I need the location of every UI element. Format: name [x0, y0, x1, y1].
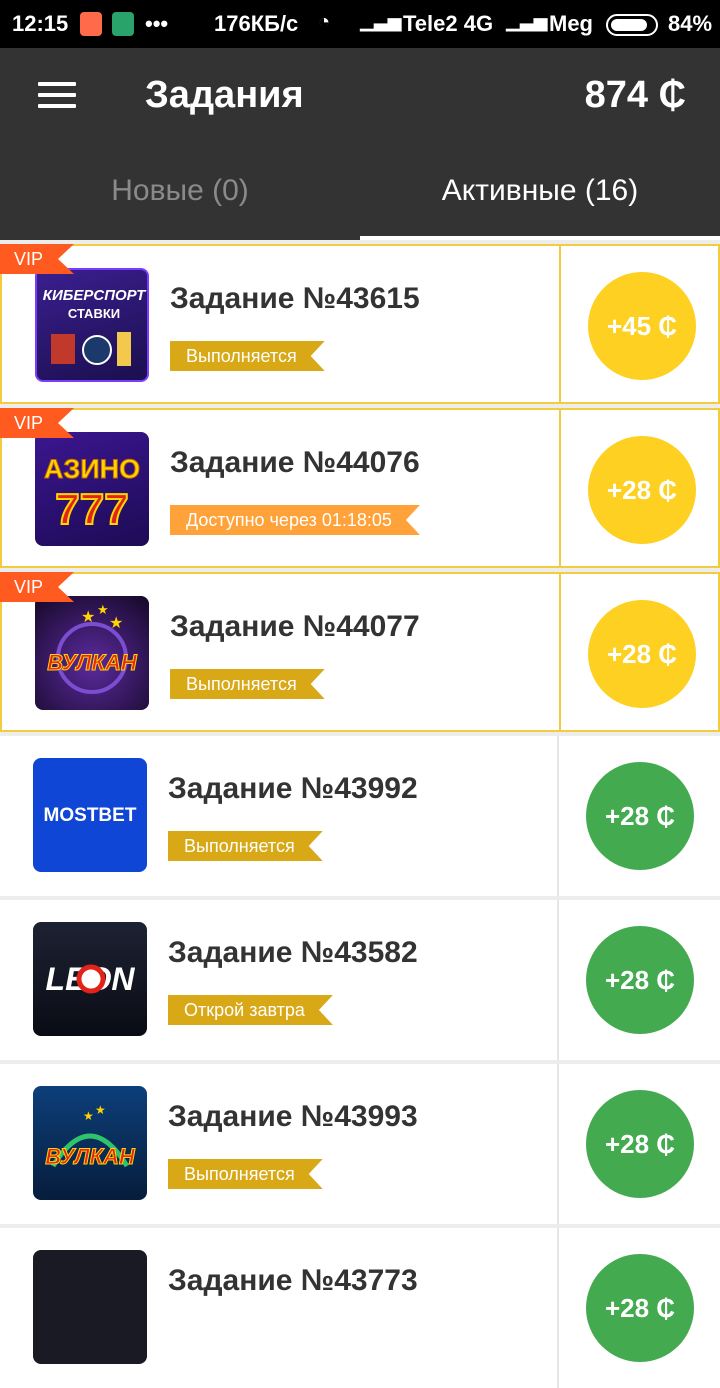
svg-text:★: ★ — [81, 609, 95, 626]
hamburger-menu-icon[interactable] — [38, 82, 76, 112]
status-bar: 12:15 ••• 176КБ/с ◔ ▁▃▅ Tele2 4G ▁▃▅ Meg… — [0, 0, 720, 48]
page-title: Задания — [145, 74, 304, 116]
reward-button[interactable]: +28 ₵ — [586, 1090, 694, 1198]
task-card[interactable]: ★ ★ ★ ВУЛКАН VIP Задание №44077 Выполняе… — [0, 572, 720, 732]
svg-text:АЗИНО: АЗИНО — [44, 454, 140, 484]
status-badge: Выполняется — [168, 831, 323, 861]
status-time: 12:15 — [12, 11, 69, 36]
task-title: Задание №43992 — [168, 772, 418, 805]
task-title: Задание №44077 — [170, 610, 420, 643]
status-badge: Выполняется — [168, 1159, 323, 1189]
mostbet-logo-icon: MOSTBET — [33, 758, 147, 872]
app-bar: Задания 874 ₵ Новые (0) Активные (16) — [0, 48, 720, 240]
vip-tag: VIP — [0, 572, 74, 602]
svg-text:КИБЕРСПОРТ: КИБЕРСПОРТ — [43, 287, 147, 304]
svg-text:СТАВКИ: СТАВКИ — [68, 306, 120, 321]
vip-tag: VIP — [0, 408, 74, 438]
task-card[interactable]: КИБЕРСПОРТ СТАВКИ VIP Задание №43615 Вып… — [0, 244, 720, 404]
status-badge: Выполняется — [170, 341, 325, 371]
task-title: Задание №44076 — [170, 446, 420, 479]
reward-button[interactable]: +28 ₵ — [586, 762, 694, 870]
signal-icon-2: ▁▃▅ — [506, 11, 548, 31]
carrier-1: Tele2 4G — [403, 11, 494, 36]
battery-icon — [606, 14, 658, 36]
notification-app-icon — [80, 12, 102, 36]
kibersport-logo-icon: КИБЕРСПОРТ СТАВКИ — [35, 268, 149, 382]
more-notifications-icon: ••• — [145, 11, 169, 36]
status-badge: Выполняется — [170, 669, 325, 699]
task-card[interactable]: АЗИНО 777 VIP Задание №44076 Доступно че… — [0, 408, 720, 568]
task-title: Задание №43773 — [168, 1264, 418, 1297]
task-logo-icon — [33, 1250, 147, 1364]
svg-text:★: ★ — [109, 615, 123, 632]
vip-tag: VIP — [0, 244, 74, 274]
network-speed: 176КБ/с — [214, 11, 299, 36]
reward-button[interactable]: +28 ₵ — [586, 926, 694, 1034]
task-card[interactable]: ★ ★ ВУЛКАН Задание №43993 Выполняется +2… — [0, 1064, 720, 1224]
reward-button[interactable]: +28 ₵ — [588, 600, 696, 708]
svg-text:★: ★ — [97, 602, 109, 617]
status-badge: Открой завтра — [168, 995, 333, 1025]
reward-button[interactable]: +28 ₵ — [588, 436, 696, 544]
task-card[interactable]: Задание №43773 +28 ₵ — [0, 1228, 720, 1388]
svg-text:777: 777 — [55, 485, 128, 534]
shield-app-icon — [112, 12, 134, 36]
tab-new[interactable]: Новые (0) — [0, 174, 360, 208]
svg-text:ВУЛКАН: ВУЛКАН — [47, 650, 138, 675]
task-card[interactable]: LEON Задание №43582 Открой завтра +28 ₵ — [0, 900, 720, 1060]
status-badge: Доступно через 01:18:05 — [170, 505, 420, 535]
wifi-icon: ◔ — [318, 11, 331, 33]
vulkan-logo-icon: ★ ★ ★ ВУЛКАН — [35, 596, 149, 710]
reward-button[interactable]: +45 ₵ — [588, 272, 696, 380]
reward-button[interactable]: +28 ₵ — [586, 1254, 694, 1362]
vulkan-logo-icon: ★ ★ ВУЛКАН — [33, 1086, 147, 1200]
svg-text:MOSTBET: MOSTBET — [44, 805, 137, 826]
tab-active[interactable]: Активные (16) — [360, 174, 720, 208]
active-tab-indicator — [360, 236, 720, 240]
svg-text:★: ★ — [83, 1109, 94, 1123]
azino-777-logo-icon: АЗИНО 777 — [35, 432, 149, 546]
battery-level: 84% — [668, 11, 713, 36]
task-title: Задание №43615 — [170, 282, 420, 315]
signal-icon-1: ▁▃▅ — [360, 11, 402, 31]
task-card[interactable]: MOSTBET Задание №43992 Выполняется +28 ₵ — [0, 736, 720, 896]
carrier-2: Meg — [549, 11, 593, 36]
task-title: Задание №43582 — [168, 936, 418, 969]
balance-amount: 874 ₵ — [584, 74, 686, 116]
task-title: Задание №43993 — [168, 1100, 418, 1133]
leon-logo-icon: LEON — [33, 922, 147, 1036]
svg-text:ВУЛКАН: ВУЛКАН — [45, 1144, 136, 1169]
svg-text:★: ★ — [95, 1103, 106, 1117]
